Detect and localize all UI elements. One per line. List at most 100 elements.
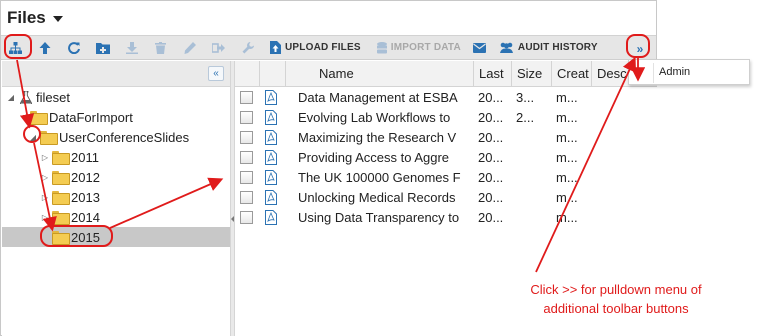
column-header-created[interactable]: Creat [551,61,591,87]
row-checkbox[interactable] [240,171,253,184]
row-checkbox[interactable] [240,151,253,164]
row-checkbox[interactable] [240,191,253,204]
tree-node-2012[interactable]: ▷ 2012 [40,167,100,187]
audit-history-button[interactable]: AUDIT HISTORY [491,35,606,60]
table-row[interactable]: Maximizing the Research V 20... m... [235,127,657,149]
admin-wrench-button[interactable] [233,35,262,60]
expand-toggle-icon[interactable]: ◢ [6,93,16,102]
tree-node-label: 2014 [71,209,100,225]
tree-node-dataforimport[interactable]: DataForImport [28,107,133,127]
cell-last-modified: 20... [478,130,504,145]
cell-name[interactable]: Providing Access to Aggre [298,147,473,169]
tree-node-label: fileset [36,89,70,105]
refresh-button[interactable] [59,35,88,60]
cell-last-modified: 20... [478,110,504,125]
pdf-file-icon [265,130,277,145]
folder-icon [30,111,48,125]
files-header[interactable]: Files [1,1,656,35]
cell-size: 3... [516,90,535,105]
more-toolbar-button[interactable]: » [630,39,650,58]
move-button[interactable] [204,35,233,60]
table-row[interactable]: Evolving Lab Workflows to 20... 2... m... [235,107,657,129]
expand-toggle-icon[interactable]: ▷ [40,213,50,222]
download-button[interactable] [117,35,146,60]
column-header-checkbox[interactable] [235,61,259,87]
sitemap-icon [9,41,22,54]
column-header-last[interactable]: Last [473,61,511,87]
menu-separator [653,63,654,83]
table-row[interactable]: Data Management at ESBA 20... 3... m... [235,87,657,109]
menu-item-admin[interactable]: Admin [659,66,690,78]
tree-node-2011[interactable]: ▷ 2011 [40,147,99,167]
delete-button[interactable] [146,35,175,60]
expand-toggle-icon[interactable]: ▷ [40,173,50,182]
upload-file-icon [270,41,281,54]
email-button[interactable] [469,35,491,60]
expand-toggle-icon[interactable]: ▷ [40,153,50,162]
row-checkbox[interactable] [240,91,253,104]
cell-name[interactable]: Maximizing the Research V [298,127,473,149]
new-folder-button[interactable] [88,35,117,60]
column-header-size[interactable]: Size [511,61,551,87]
cell-created-by: m... [556,190,578,205]
upload-files-button[interactable]: UPLOAD FILES [262,35,369,60]
move-icon [212,42,225,53]
table-row[interactable]: The UK 100000 Genomes F 20... m... [235,167,657,189]
tree-node-2015[interactable]: 2015 [2,227,230,247]
edit-button[interactable] [175,35,204,60]
tree-node-label: 2011 [71,149,99,165]
cell-size [516,207,546,229]
pdf-file-icon [265,190,277,205]
collapse-tree-button[interactable]: « [208,66,224,81]
folder-icon [40,131,58,145]
cell-name[interactable]: Using Data Transparency to [298,207,473,229]
tree-node-userconferenceslides[interactable]: ◢ UserConferenceSlides [28,127,189,147]
expand-toggle-icon[interactable]: ▷ [40,193,50,202]
database-icon [376,41,387,53]
column-header-name[interactable]: Name [285,61,473,87]
parent-folder-button[interactable] [30,35,59,60]
cell-name[interactable]: Evolving Lab Workflows to [298,107,473,129]
envelope-icon [473,42,487,53]
tree-node-2013[interactable]: ▷ 2013 [40,187,100,207]
audit-history-label: AUDIT HISTORY [517,42,598,53]
table-row[interactable]: Providing Access to Aggre 20... m... [235,147,657,169]
row-checkbox[interactable] [240,211,253,224]
tree-header: « [2,61,230,87]
tree-node-fileset[interactable]: ◢ fileset [6,87,70,107]
table-row[interactable]: Unlocking Medical Records 20... m... [235,187,657,209]
pdf-file-icon [265,210,277,225]
cell-size [516,147,546,169]
row-checkbox[interactable] [240,111,253,124]
tree-node-label: 2012 [71,169,100,185]
pdf-file-icon [265,110,277,125]
tree-node-label: UserConferenceSlides [59,129,190,145]
flask-icon [20,90,32,104]
upload-files-label: UPLOAD FILES [285,42,361,53]
download-icon [125,41,138,54]
cell-name[interactable]: Unlocking Medical Records [298,187,473,209]
cell-size [516,167,546,189]
cell-name[interactable]: The UK 100000 Genomes F [298,167,473,189]
cell-name[interactable]: Data Management at ESBA [298,87,473,109]
title-dropdown-icon[interactable] [52,16,63,22]
users-icon [499,42,513,53]
cell-last-modified: 20... [478,190,504,205]
import-data-button[interactable]: IMPORT DATA [369,35,469,60]
cell-size: 2... [516,110,535,125]
row-checkbox[interactable] [240,131,253,144]
cell-size [516,127,546,149]
tree-toggle-button[interactable] [1,35,30,60]
page-title[interactable]: Files [7,8,46,28]
new-folder-icon [95,42,110,54]
collapse-arrow-icon[interactable] [231,216,234,222]
column-header-icon[interactable] [259,61,285,87]
cell-last-modified: 20... [478,210,504,225]
tree-node-2014[interactable]: ▷ 2014 [40,207,100,227]
folder-icon [52,211,70,225]
expand-toggle-icon[interactable]: ◢ [28,133,38,142]
pdf-file-icon [265,170,277,185]
table-row[interactable]: Using Data Transparency to 20... m... [235,207,657,229]
cell-created-by: m... [556,130,578,145]
folder-icon [52,231,70,245]
